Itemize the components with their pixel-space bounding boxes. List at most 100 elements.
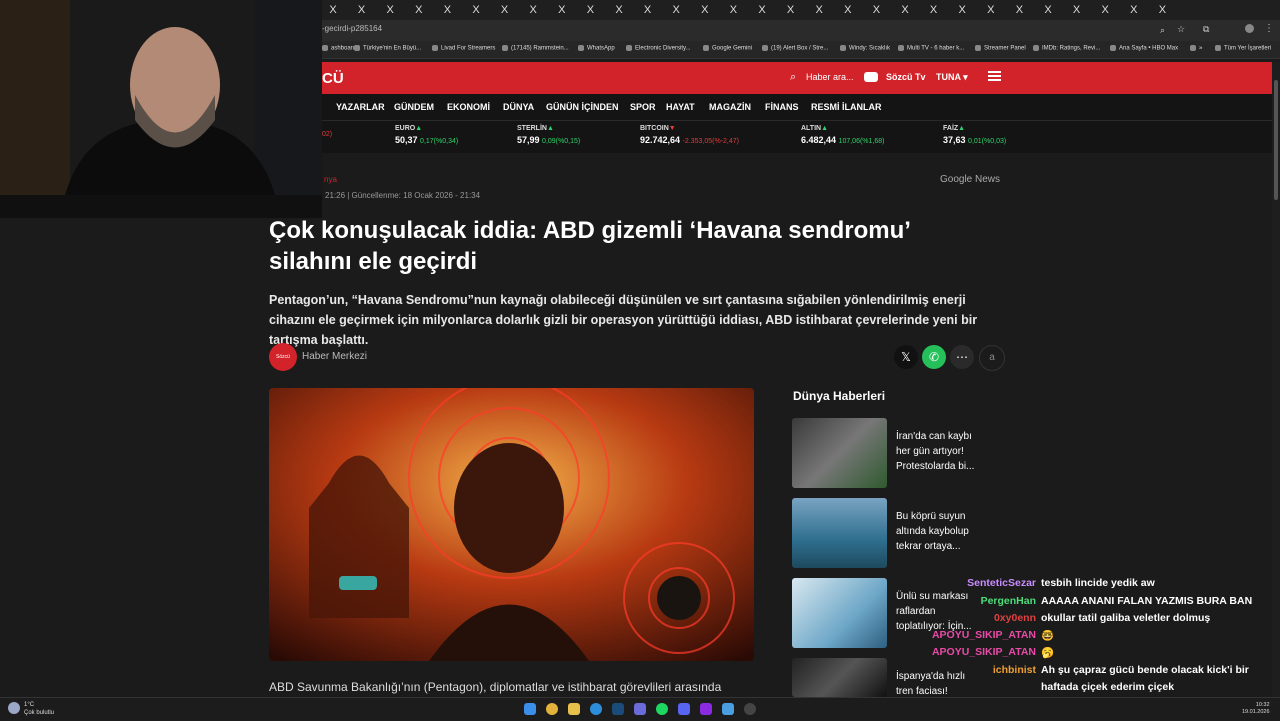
browser-tab[interactable]: X xyxy=(1070,3,1084,17)
sozcu-tv-link[interactable]: Sözcü Tv xyxy=(886,72,926,82)
browser-tab[interactable]: X xyxy=(583,3,597,17)
ticker-item[interactable]: FAİZ▲ 37,63 0,01(%0,03) xyxy=(943,125,1006,145)
browser-tab[interactable]: X xyxy=(812,3,826,17)
bookmark-item[interactable]: ashboard xyxy=(322,45,356,52)
news-thumbnail[interactable] xyxy=(792,498,887,568)
google-news-link[interactable]: Google News xyxy=(940,174,1000,185)
nav-item[interactable]: MAGAZİN xyxy=(709,102,751,112)
browser-tab[interactable]: X xyxy=(440,3,454,17)
browser-tab[interactable]: X xyxy=(641,3,655,17)
app-icon[interactable] xyxy=(634,703,646,715)
browser-tab[interactable]: X xyxy=(1041,3,1055,17)
nav-item[interactable]: GÜNDEM xyxy=(394,102,434,112)
explorer-icon[interactable] xyxy=(568,703,580,715)
bookmark-item[interactable]: Türkiye'nin En Büyü... xyxy=(354,45,421,52)
browser-tab[interactable]: X xyxy=(1155,3,1169,17)
bookmark-item[interactable]: (17145) Rammstein... xyxy=(502,45,569,52)
news-headline[interactable]: İran'da can kaybı her gün artıyor! Prote… xyxy=(896,429,982,474)
browser-tab[interactable]: X xyxy=(1012,3,1026,17)
browser-tab[interactable]: X xyxy=(412,3,426,17)
edge-icon[interactable] xyxy=(590,703,602,715)
browser-tab[interactable]: X xyxy=(383,3,397,17)
search-label[interactable]: Haber ara... xyxy=(806,72,854,82)
weather-icon[interactable] xyxy=(8,702,20,714)
url-text[interactable]: -gecirdi-p285164 xyxy=(322,24,382,33)
bookmark-item[interactable]: WhatsApp xyxy=(578,45,615,52)
spotify-icon[interactable] xyxy=(656,703,668,715)
browser-tab[interactable]: X xyxy=(726,3,740,17)
hamburger-menu-icon[interactable] xyxy=(988,71,1001,81)
news-headline[interactable]: Ünlü su markası raflardan toplatılıyor: … xyxy=(896,589,982,634)
obs-icon[interactable] xyxy=(744,703,756,715)
browser-tab[interactable]: X xyxy=(955,3,969,17)
article-category[interactable]: nya xyxy=(324,175,337,184)
discord-icon[interactable] xyxy=(678,703,690,715)
site-logo[interactable]: CÜ xyxy=(322,70,344,87)
browser-tab[interactable]: X xyxy=(555,3,569,17)
nav-item[interactable]: RESMİ İLANLAR xyxy=(811,102,882,112)
start-icon[interactable] xyxy=(524,703,536,715)
browser-tab[interactable]: X xyxy=(1098,3,1112,17)
bookmark-item[interactable]: Multi TV - 6 haber k... xyxy=(898,45,964,52)
bookmark-item[interactable]: Tüm Yer İşaretleri xyxy=(1215,45,1271,52)
font-size-button[interactable]: a xyxy=(979,345,1005,371)
scrollbar-thumb[interactable] xyxy=(1274,80,1278,200)
youtube-icon[interactable] xyxy=(864,72,878,82)
browser-tab[interactable]: X xyxy=(526,3,540,17)
app-icon[interactable] xyxy=(722,703,734,715)
news-thumbnail[interactable] xyxy=(792,658,887,697)
browser-tab[interactable]: X xyxy=(784,3,798,17)
browser-tab[interactable]: X xyxy=(869,3,883,17)
bookmark-item[interactable]: IMDb: Ratings, Revi... xyxy=(1033,45,1100,52)
weather-widget[interactable]: 1°C Çok bulutlu xyxy=(24,701,54,717)
ticker-item[interactable]: EURO▲ 50,37 0,17(%0,34) xyxy=(395,125,458,145)
ticker-item[interactable]: ALTIN▲ 6.482,44 107,06(%1,68) xyxy=(801,125,884,145)
share-x-button[interactable]: 𝕏 xyxy=(894,345,918,369)
bookmark-item[interactable]: Livad For Streamers xyxy=(432,45,495,52)
browser-tab[interactable]: X xyxy=(669,3,683,17)
bookmark-item[interactable]: Google Gemini xyxy=(703,45,752,52)
share-whatsapp-button[interactable]: ✆ xyxy=(922,345,946,369)
news-thumbnail[interactable] xyxy=(792,418,887,488)
browser-tab[interactable]: X xyxy=(469,3,483,17)
news-thumbnail[interactable] xyxy=(792,578,887,648)
author-name[interactable]: Haber Merkezi xyxy=(302,351,367,362)
news-headline[interactable]: İspanya'da hızlı tren faciası! xyxy=(896,669,982,699)
search-icon[interactable]: ⌕ xyxy=(790,71,796,84)
system-clock[interactable]: 10:32 19.01.2026 xyxy=(1242,702,1270,716)
nav-item[interactable]: FİNANS xyxy=(765,102,799,112)
nav-item[interactable]: HAYAT xyxy=(666,102,695,112)
steam-icon[interactable] xyxy=(612,703,624,715)
bookmark-star-icon[interactable]: ☆ xyxy=(1177,24,1185,35)
bookmark-item[interactable]: » xyxy=(1190,45,1202,52)
ticker-item[interactable]: STERLİN▲ 57,99 0,09(%0,15) xyxy=(517,125,580,145)
browser-tab[interactable]: X xyxy=(698,3,712,17)
browser-tab[interactable]: X xyxy=(927,3,941,17)
profile-icon[interactable] xyxy=(1245,24,1254,33)
browser-tab[interactable]: X xyxy=(984,3,998,17)
zoom-icon[interactable]: ⌕ xyxy=(1160,25,1165,36)
browser-menu-icon[interactable]: ⋮ xyxy=(1264,23,1274,34)
browser-tab[interactable]: X xyxy=(898,3,912,17)
bookmark-item[interactable]: Electronic Diversity... xyxy=(626,45,691,52)
app-icon[interactable] xyxy=(700,703,712,715)
nav-item[interactable]: YAZARLAR xyxy=(336,102,385,112)
extensions-icon[interactable]: ⧉ xyxy=(1203,24,1209,35)
bookmark-item[interactable]: Streamer Panel xyxy=(975,45,1026,52)
share-more-button[interactable]: ⋯ xyxy=(950,345,974,369)
bookmark-item[interactable]: Windy: Sıcaklık xyxy=(840,45,890,52)
browser-tab[interactable]: X xyxy=(755,3,769,17)
browser-tab[interactable]: X xyxy=(498,3,512,17)
nav-item[interactable]: DÜNYA xyxy=(503,102,534,112)
bookmark-item[interactable]: (19) Alert Box / Stre... xyxy=(762,45,828,52)
browser-tab[interactable]: X xyxy=(1127,3,1141,17)
browser-tab[interactable]: X xyxy=(841,3,855,17)
bookmark-item[interactable]: Ana Sayfa • HBO Max xyxy=(1110,45,1178,52)
nav-item[interactable]: SPOR xyxy=(630,102,656,112)
news-headline[interactable]: Bu köprü suyun altında kaybolup tekrar o… xyxy=(896,509,982,554)
nav-item[interactable]: GÜNÜN İÇİNDEN xyxy=(546,102,619,112)
user-menu[interactable]: TUNA ▾ xyxy=(936,72,968,83)
ticker-item[interactable]: BITCOIN▼ 92.742,64 -2.353,05(%-2,47) xyxy=(640,125,739,145)
chrome-icon[interactable] xyxy=(546,703,558,715)
browser-tab[interactable]: X xyxy=(355,3,369,17)
